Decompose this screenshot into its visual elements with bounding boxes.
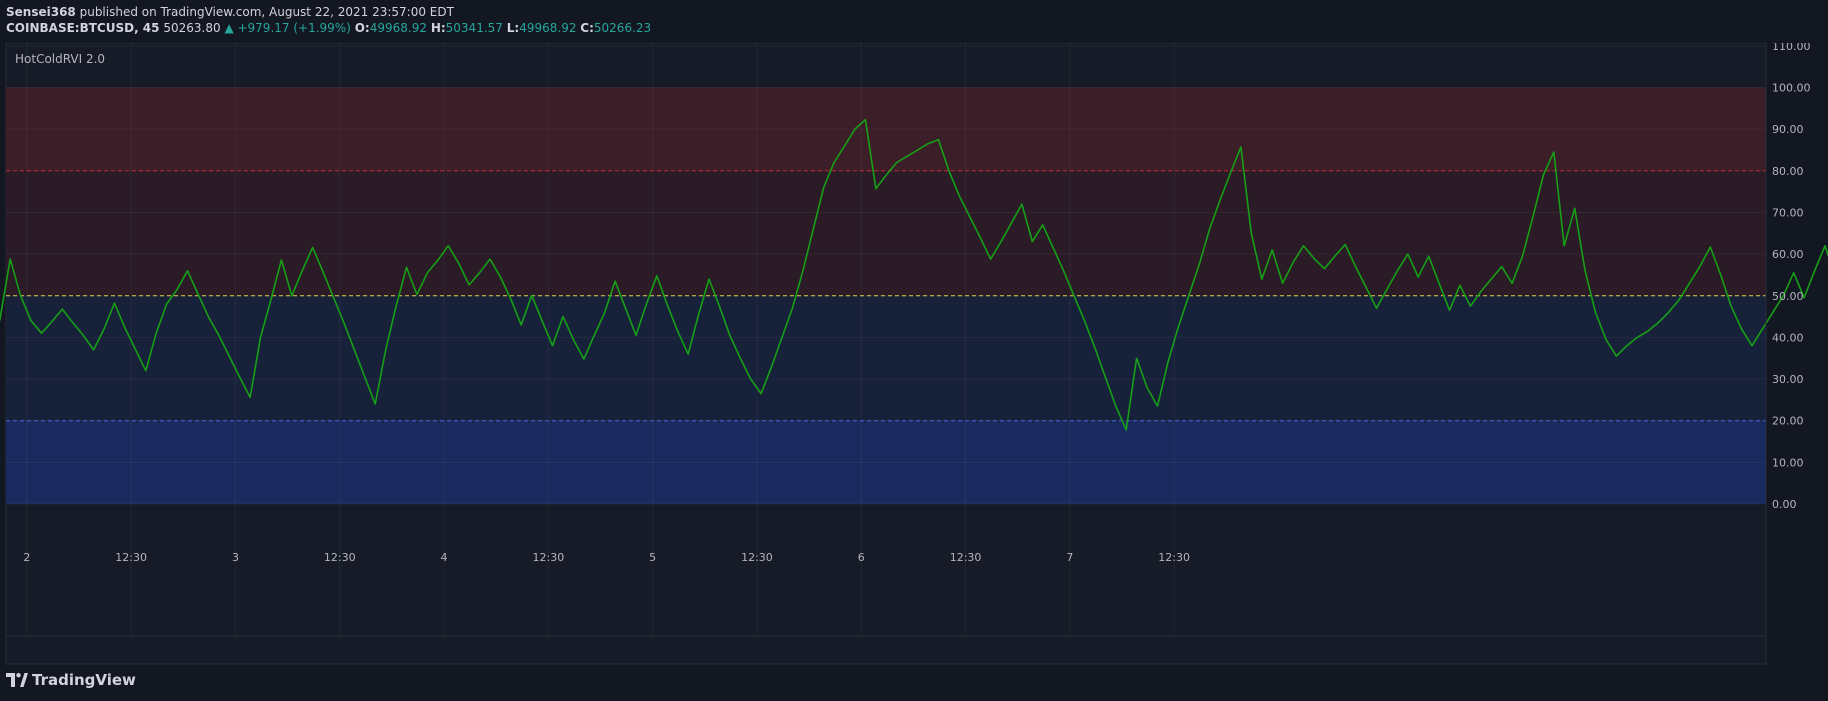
x-tick-label: 3 xyxy=(232,551,239,564)
open-label: O: xyxy=(354,21,370,35)
y-tick-label: 30.00 xyxy=(1772,373,1804,386)
x-tick-label: 5 xyxy=(649,551,656,564)
y-tick-label: 110.00 xyxy=(1772,43,1811,53)
indicator-title[interactable]: HotColdRVI 2.0 xyxy=(15,52,105,66)
last-price: 50263.80 xyxy=(163,21,221,35)
x-tick-label: 12:30 xyxy=(1158,551,1190,564)
brand-name: TradingView xyxy=(32,671,136,689)
symbol-name[interactable]: COINBASE:BTCUSD, 45 xyxy=(6,21,160,35)
y-tick-label: 70.00 xyxy=(1772,206,1804,219)
y-tick-label: 0.00 xyxy=(1772,498,1797,511)
x-tick-label: 4 xyxy=(441,551,448,564)
warm-zone xyxy=(6,170,1766,296)
y-tick-label: 60.00 xyxy=(1772,248,1804,261)
publish-info: Sensei368 published on TradingView.com, … xyxy=(6,5,454,19)
y-tick-label: 100.00 xyxy=(1772,82,1811,95)
x-tick-label: 12:30 xyxy=(741,551,773,564)
low-label: L: xyxy=(506,21,520,35)
publish-text: published on TradingView.com, August 22,… xyxy=(75,5,454,19)
y-tick-label: 50.00 xyxy=(1772,290,1804,303)
x-tick-label: 7 xyxy=(1066,551,1073,564)
open-value: 49968.92 xyxy=(369,21,427,35)
close-label: C: xyxy=(580,21,594,35)
x-tick-label: 12:30 xyxy=(533,551,565,564)
cool-zone xyxy=(6,295,1766,421)
y-tick-label: 10.00 xyxy=(1772,456,1804,469)
symbol-legend: COINBASE:BTCUSD, 45 50263.80 ▲ +979.17 (… xyxy=(6,21,651,35)
y-tick-label: 40.00 xyxy=(1772,331,1804,344)
author[interactable]: Sensei368 xyxy=(6,5,76,19)
low-value: 49968.92 xyxy=(519,21,577,35)
tradingview-brand[interactable]: TradingView xyxy=(6,671,136,689)
x-tick-label: 12:30 xyxy=(950,551,982,564)
y-tick-label: 90.00 xyxy=(1772,123,1804,136)
y-tick-label: 20.00 xyxy=(1772,415,1804,428)
x-tick-label: 12:30 xyxy=(115,551,147,564)
high-value: 50341.57 xyxy=(445,21,503,35)
tradingview-logo-icon xyxy=(6,673,28,687)
close-value: 50266.23 xyxy=(593,21,652,35)
high-label: H: xyxy=(430,21,446,35)
x-tick-label: 2 xyxy=(23,551,30,564)
x-tick-label: 12:30 xyxy=(324,551,356,564)
x-tick-label: 6 xyxy=(858,551,865,564)
y-tick-label: 80.00 xyxy=(1772,165,1804,178)
price-change: ▲ +979.17 (+1.99%) xyxy=(224,21,351,35)
rvi-chart[interactable]: 0.00 10.00 20.00 30.00 40.00 50.00 60.00 70.00 8… xyxy=(0,43,1828,665)
